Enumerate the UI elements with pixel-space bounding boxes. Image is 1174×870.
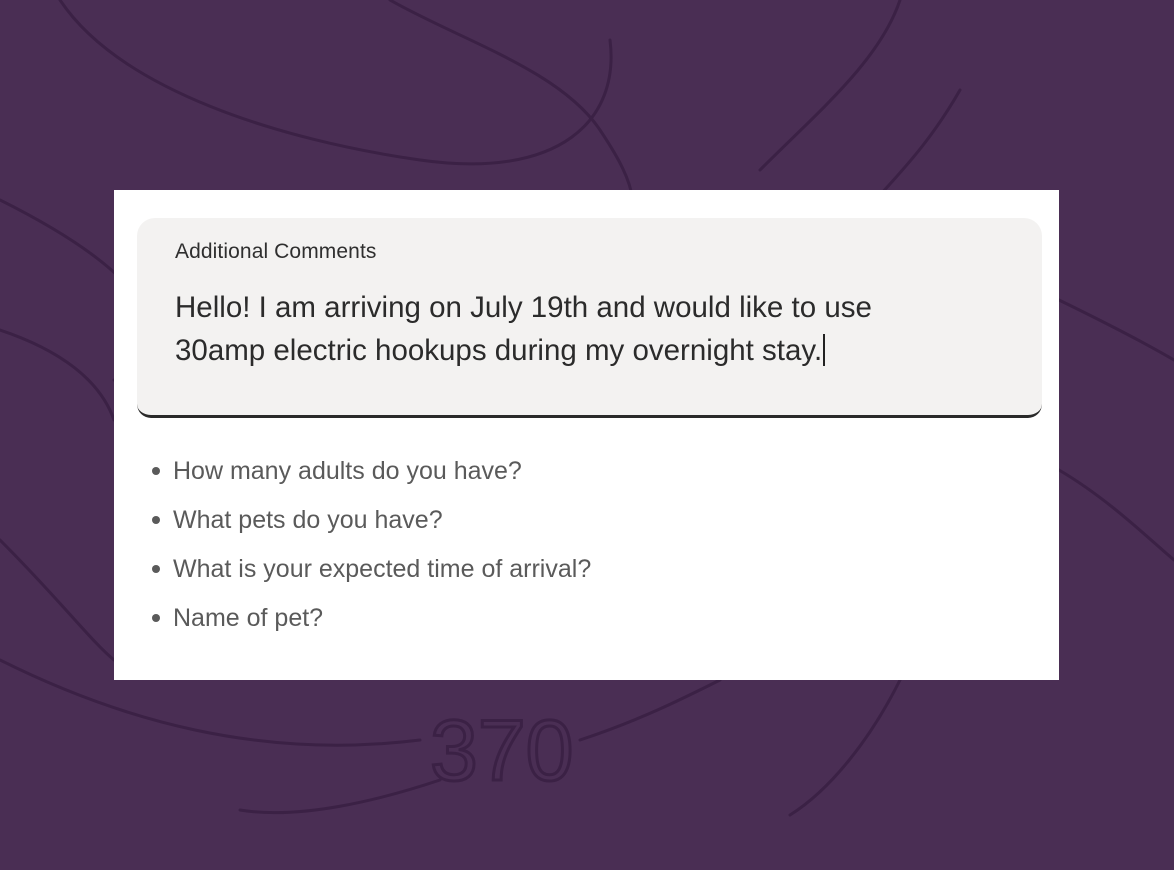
background-watermark: 370 — [430, 703, 574, 799]
hint-text: Name of pet? — [173, 604, 324, 632]
comments-text-line-1: Hello! I am arriving on July 19th and wo… — [175, 291, 872, 324]
hint-item: What pets do you have? — [152, 502, 591, 551]
hint-text: What is your expected time of arrival? — [173, 555, 592, 583]
text-caret — [823, 334, 826, 366]
comments-textarea[interactable]: Hello! I am arriving on July 19th and wo… — [175, 286, 975, 372]
hint-text: How many adults do you have? — [173, 457, 522, 485]
field-label: Additional Comments — [175, 240, 377, 263]
hint-item: What is your expected time of arrival? — [152, 551, 591, 600]
additional-comments-field[interactable]: Additional Comments Hello! I am arriving… — [137, 218, 1042, 418]
hint-text: What pets do you have? — [173, 506, 443, 534]
bullet-icon — [152, 467, 160, 475]
comments-text-line-2: 30amp electric hookups during my overnig… — [175, 334, 823, 367]
form-card: Additional Comments Hello! I am arriving… — [114, 190, 1059, 680]
hint-item: How many adults do you have? — [152, 453, 591, 502]
bullet-icon — [152, 516, 160, 524]
hint-list: How many adults do you have? What pets d… — [152, 453, 591, 649]
hint-item: Name of pet? — [152, 600, 591, 649]
bullet-icon — [152, 565, 160, 573]
bullet-icon — [152, 614, 160, 622]
